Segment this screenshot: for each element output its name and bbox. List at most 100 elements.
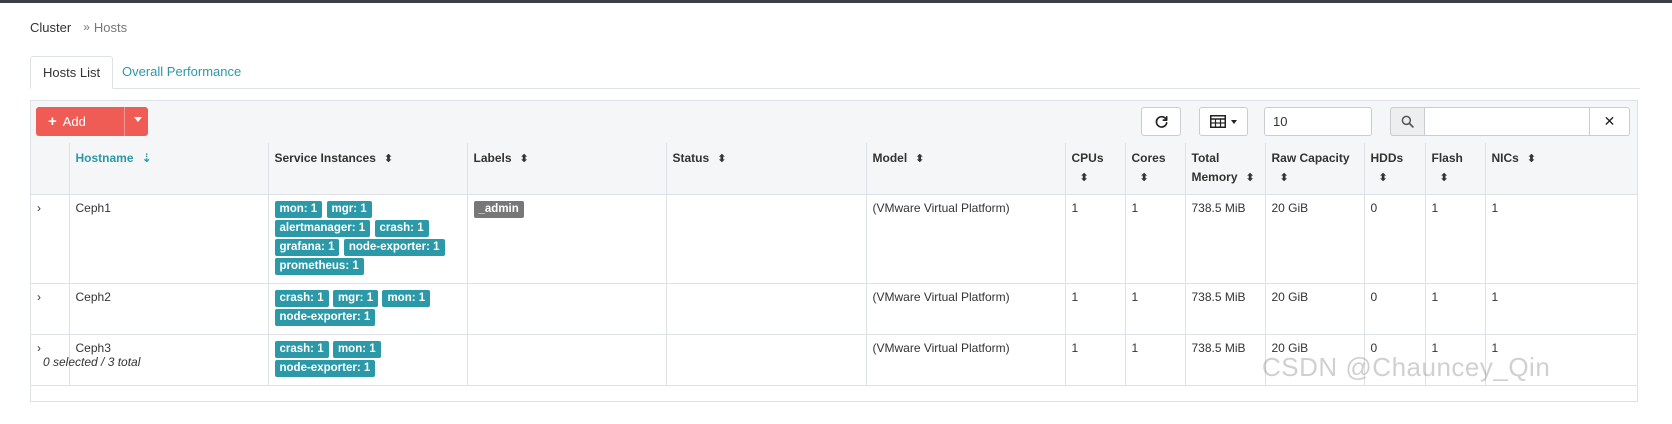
sort-icon: ⬍ xyxy=(1439,172,1449,184)
cell-raw-capacity: 20 GiB xyxy=(1265,283,1365,335)
search-group: ✕ xyxy=(1390,107,1630,136)
cell-model: (VMware Virtual Platform) xyxy=(866,283,1066,335)
sort-icon: ⬍ xyxy=(1378,172,1388,184)
cell-cores: 1 xyxy=(1125,194,1186,284)
sort-icon: ⬍ xyxy=(1245,172,1255,184)
column-selector-button[interactable] xyxy=(1199,107,1248,136)
header-cpus[interactable]: CPUs⬍ xyxy=(1065,143,1126,195)
row-expand-toggle[interactable]: › xyxy=(31,194,70,284)
add-host-button[interactable]: + Add xyxy=(36,107,148,136)
cell-flash: 1 xyxy=(1425,283,1486,335)
cell-cpus: 1 xyxy=(1065,334,1126,386)
cell-raw-capacity: 20 GiB xyxy=(1265,194,1365,284)
sort-icon: ⬍ xyxy=(1139,172,1149,184)
header-total-memory[interactable]: Total Memory ⬍ xyxy=(1185,143,1266,195)
cell-memory: 738.5 MiB xyxy=(1185,283,1266,335)
service-badge: crash: 1 xyxy=(274,341,329,358)
refresh-button[interactable] xyxy=(1141,107,1181,136)
cell-cpus: 1 xyxy=(1065,194,1126,284)
top-bar xyxy=(0,0,1672,3)
close-icon: ✕ xyxy=(1603,113,1616,129)
service-badge: grafana: 1 xyxy=(274,239,340,256)
service-badge: mon: 1 xyxy=(332,341,381,358)
cell-cores: 1 xyxy=(1125,334,1186,386)
row-expand-toggle[interactable]: › xyxy=(31,283,70,335)
sort-icon: ⬍ xyxy=(915,153,925,165)
split-divider xyxy=(124,107,125,136)
cell-hdds: 0 xyxy=(1364,194,1426,284)
table-header-row: Hostname ⇣ Service Instances ⬍ Labels ⬍ Sta… xyxy=(31,143,1637,195)
service-badge: prometheus: 1 xyxy=(274,258,364,275)
cell-hdds: 0 xyxy=(1364,283,1426,335)
header-labels[interactable]: Labels ⬍ xyxy=(467,143,667,195)
search-input[interactable] xyxy=(1424,107,1590,136)
sort-icon: ⬍ xyxy=(1279,172,1289,184)
header-status[interactable]: Status ⬍ xyxy=(666,143,867,195)
header-expand xyxy=(31,143,70,195)
cell-model: (VMware Virtual Platform) xyxy=(866,334,1066,386)
cell-services: crash: 1 mgr: 1 mon: 1 node-exporter: 1 xyxy=(268,283,468,335)
sort-icon: ⬍ xyxy=(1526,153,1537,165)
cell-labels xyxy=(467,283,667,335)
cell-status xyxy=(666,334,867,386)
sort-icon: ⬍ xyxy=(717,153,727,165)
breadcrumb-cluster[interactable]: Cluster xyxy=(30,20,71,35)
service-badge: node-exporter: 1 xyxy=(274,360,376,377)
cell-model: (VMware Virtual Platform) xyxy=(866,194,1066,284)
header-model[interactable]: Model ⬍ xyxy=(866,143,1066,195)
service-badge: mon: 1 xyxy=(382,290,431,307)
cell-hostname: Ceph1 xyxy=(69,194,269,284)
breadcrumb: Cluster » Hosts xyxy=(30,18,127,36)
tab-bar: Hosts List Overall Performance xyxy=(30,56,1640,89)
cell-flash: 1 xyxy=(1425,194,1486,284)
watermark: CSDN @Chauncey_Qin xyxy=(1262,352,1551,382)
header-nics[interactable]: NICs ⬍ xyxy=(1485,143,1637,195)
table-row[interactable]: › Ceph1 mon: 1 mgr: 1 alertmanager: 1 cr… xyxy=(31,194,1637,284)
sort-icon: ⬍ xyxy=(1079,172,1089,184)
clear-search-button[interactable]: ✕ xyxy=(1590,107,1630,136)
cell-services: mon: 1 mgr: 1 alertmanager: 1 crash: 1 g… xyxy=(268,194,468,284)
cell-hostname: Ceph2 xyxy=(69,283,269,335)
service-badge: mgr: 1 xyxy=(326,201,372,218)
sort-ascending-icon: ⇣ xyxy=(141,151,152,165)
header-hostname[interactable]: Hostname ⇣ xyxy=(69,143,269,195)
tab-hosts-list[interactable]: Hosts List xyxy=(30,56,114,89)
cell-status xyxy=(666,283,867,335)
breadcrumb-hosts: Hosts xyxy=(93,19,128,35)
cell-services: crash: 1 mon: 1 node-exporter: 1 xyxy=(268,334,468,386)
service-badge: mgr: 1 xyxy=(332,290,379,307)
cell-nics: 1 xyxy=(1485,283,1637,335)
table-row[interactable]: › Ceph2 crash: 1 mgr: 1 mon: 1 node-expo… xyxy=(31,283,1637,335)
sort-icon: ⬍ xyxy=(519,153,529,165)
header-raw-capacity[interactable]: Raw Capacity⬍ xyxy=(1265,143,1365,195)
header-flash[interactable]: Flash⬍ xyxy=(1425,143,1486,195)
search-addon xyxy=(1390,107,1424,136)
service-badge: crash: 1 xyxy=(374,220,429,237)
page-size-input[interactable] xyxy=(1264,107,1372,136)
cell-memory: 738.5 MiB xyxy=(1185,334,1266,386)
cell-nics: 1 xyxy=(1485,194,1637,284)
tab-overall-performance[interactable]: Overall Performance xyxy=(110,56,253,88)
header-cores[interactable]: Cores⬍ xyxy=(1125,143,1186,195)
search-icon xyxy=(1401,115,1414,128)
table-columns-icon xyxy=(1210,115,1226,128)
header-service-instances[interactable]: Service Instances ⬍ xyxy=(268,143,468,195)
label-badge: _admin xyxy=(473,201,524,218)
cell-labels: _admin xyxy=(467,194,667,284)
chevron-down-icon[interactable] xyxy=(134,117,142,122)
chevron-down-icon xyxy=(1231,119,1237,124)
plus-icon: + xyxy=(48,113,57,130)
breadcrumb-separator: » xyxy=(83,20,90,34)
cell-status xyxy=(666,194,867,284)
sort-icon: ⬍ xyxy=(383,153,394,165)
table-toolbar: + Add 10 ✕ xyxy=(31,101,1637,144)
header-hdds[interactable]: HDDs⬍ xyxy=(1364,143,1426,195)
service-badge: alertmanager: 1 xyxy=(274,220,371,237)
cell-labels xyxy=(467,334,667,386)
refresh-icon xyxy=(1155,115,1167,128)
add-button-label: Add xyxy=(62,114,86,129)
service-badge: node-exporter: 1 xyxy=(274,309,376,326)
service-badge: node-exporter: 1 xyxy=(343,239,445,256)
service-badge: mon: 1 xyxy=(274,201,323,218)
hosts-table: Hostname ⇣ Service Instances ⬍ Labels ⬍ Sta… xyxy=(31,143,1637,386)
